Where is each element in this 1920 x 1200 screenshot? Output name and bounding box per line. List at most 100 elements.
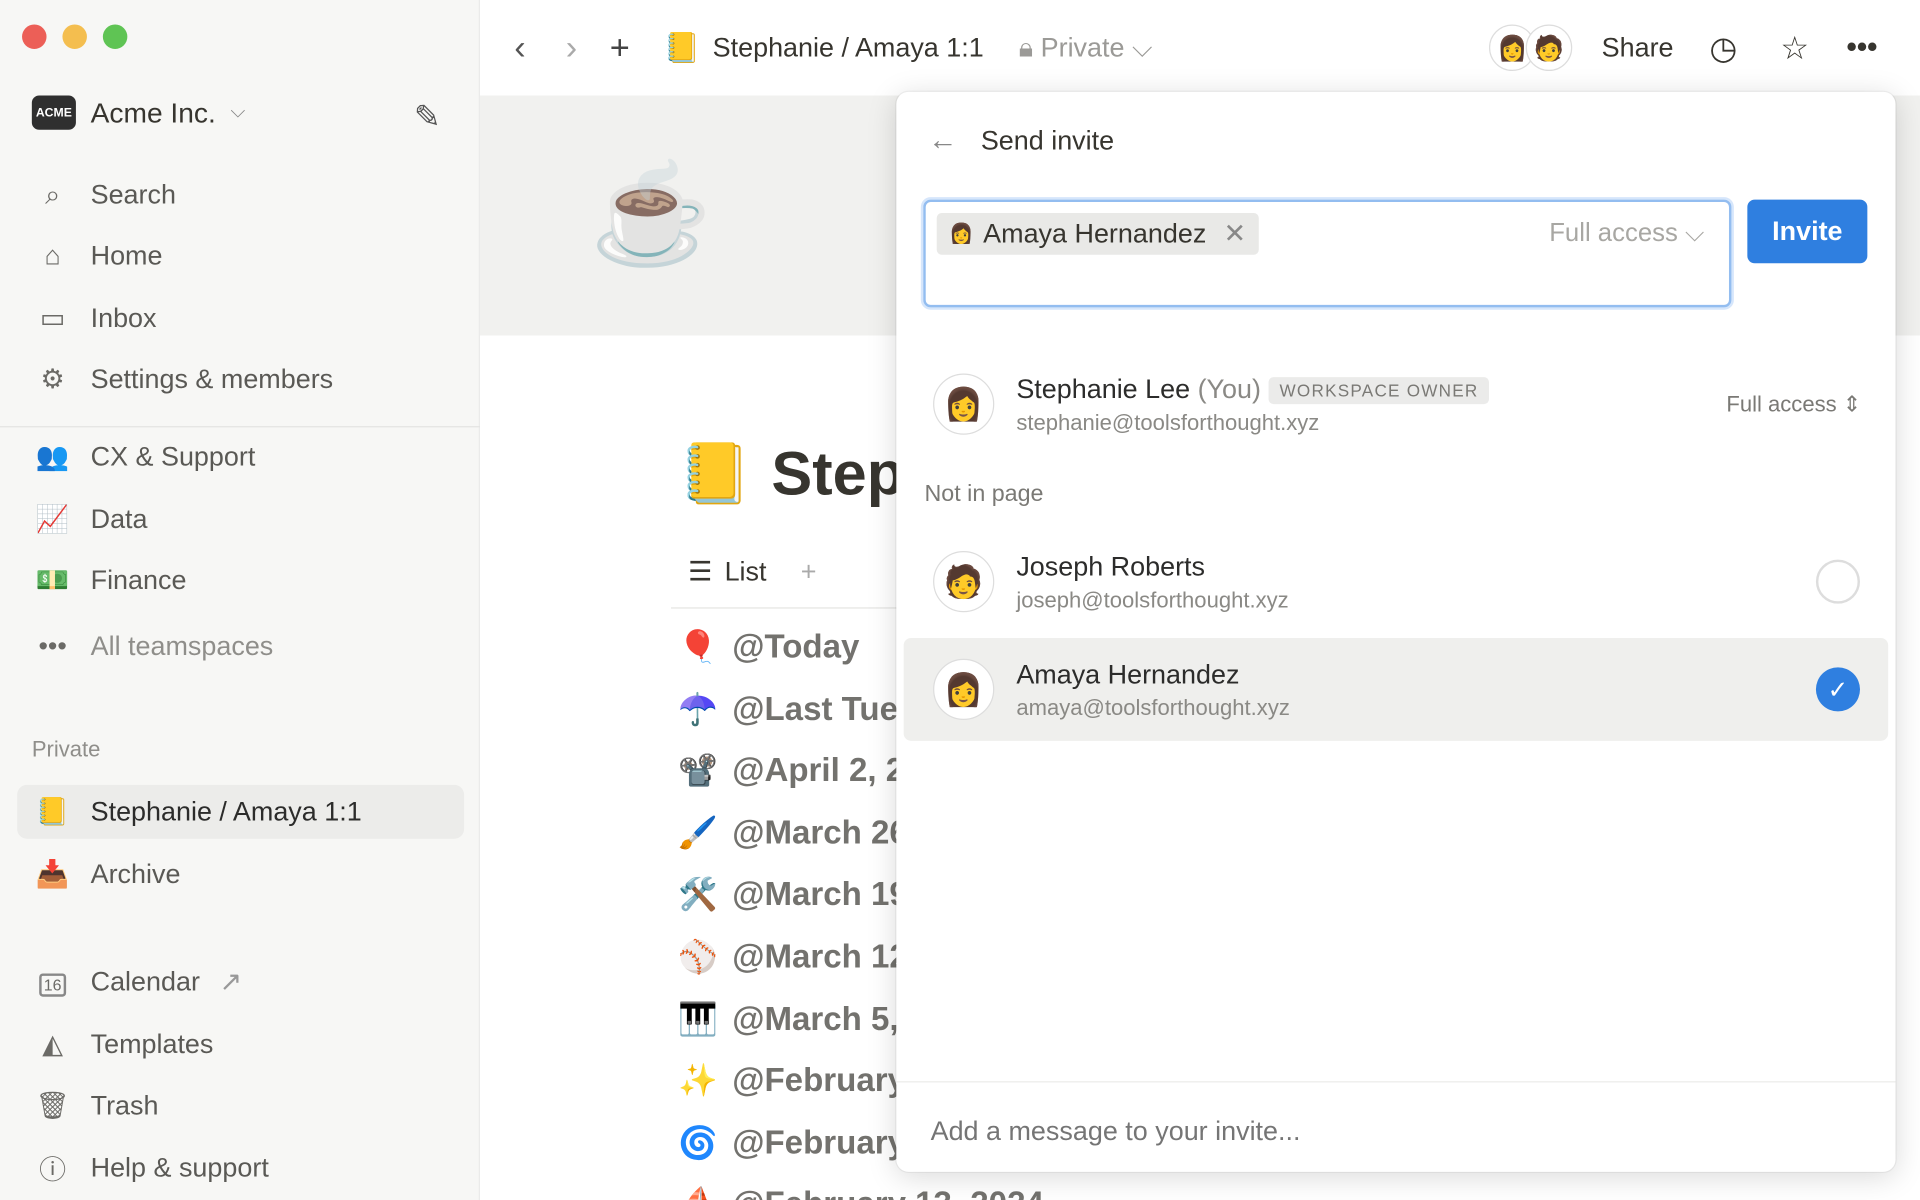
label: Stephanie / Amaya 1:1	[90, 795, 362, 827]
sidebar-item-archive[interactable]: 📥 Archive	[17, 847, 464, 901]
row-emoji-icon: 🖌️	[678, 814, 719, 851]
view-label: List	[724, 555, 767, 587]
star-icon[interactable]: ☆	[1780, 29, 1809, 67]
divider	[896, 1081, 1896, 1083]
page-icon: 📒	[678, 442, 752, 507]
list-row[interactable]: ⛵ @February 13, 2024	[678, 1186, 1043, 1200]
plus-icon[interactable]: +	[610, 28, 630, 67]
topbar: ‹ › + 📒 Stephanie / Amaya 1:1 🔒︎ Private…	[480, 0, 1920, 96]
label: Help & support	[90, 1152, 269, 1183]
owner-row: 👩 Stephanie Lee (You) WORKSPACE OWNER st…	[904, 353, 1888, 456]
trash-icon: 🗑	[35, 1089, 70, 1121]
label: Finance	[90, 564, 187, 596]
label: Settings & members	[90, 363, 334, 395]
row-emoji-icon: ⛵	[678, 1186, 720, 1200]
access-label: Full access	[1549, 219, 1678, 248]
label: Calendar	[90, 966, 200, 997]
sidebar-item-stephanie-amaya[interactable]: 📒 Stephanie / Amaya 1:1	[17, 784, 465, 839]
chip-label: Amaya Hernandez	[983, 217, 1207, 249]
row-title: @Today	[732, 628, 860, 665]
select-checkbox[interactable]	[1815, 559, 1861, 604]
checked-checkbox-icon[interactable]: ✓	[1815, 667, 1861, 712]
label: Home	[90, 240, 163, 271]
access-label: Full access	[1726, 391, 1837, 416]
label: Templates	[90, 1028, 214, 1060]
people-icon: 👥	[35, 440, 70, 472]
avatar: 🧑	[1525, 24, 1573, 72]
invitee-input[interactable]: 👩 Amaya Hernandez ✕ Full access ⌵	[923, 199, 1732, 308]
sidebar: ACME Acme Inc. ⌵ ✎ ⌕ Search ⌂ Home ▭ Inbox …	[0, 0, 481, 1200]
chevron-down-icon: ⌵	[1684, 219, 1705, 248]
label: CX & Support	[90, 440, 256, 472]
invitee-chip: 👩 Amaya Hernandez ✕	[936, 213, 1259, 255]
person-email: joseph@toolsforthought.xyz	[1016, 587, 1289, 612]
sidebar-item-all-teamspaces[interactable]: ••• All teamspaces	[17, 620, 464, 674]
money-icon: 💵	[35, 564, 70, 596]
minimize-window-button[interactable]	[62, 24, 87, 49]
message-input[interactable]	[930, 1115, 1862, 1148]
row-emoji-icon: ✨	[678, 1061, 719, 1099]
sidebar-item-templates[interactable]: ◭ Templates	[17, 1018, 464, 1072]
sidebar-item-search[interactable]: ⌕ Search	[17, 168, 464, 222]
person-name: Amaya Hernandez	[1016, 658, 1240, 689]
breadcrumb-title[interactable]: Stephanie / Amaya 1:1	[713, 32, 984, 64]
person-row[interactable]: 🧑 Joseph Roberts joseph@toolsforthought.x…	[904, 530, 1888, 633]
inbox-icon: ▭	[39, 302, 66, 334]
window-controls	[22, 24, 128, 49]
zoom-window-button[interactable]	[102, 24, 128, 49]
invite-button[interactable]: Invite	[1747, 199, 1868, 264]
remove-chip-icon[interactable]: ✕	[1223, 218, 1246, 250]
workspace-name: Acme Inc.	[90, 96, 216, 128]
avatars[interactable]: 👩 🧑	[1488, 24, 1573, 72]
sidebar-item-home[interactable]: ⌂ Home	[17, 229, 464, 283]
notebook-icon: 📒	[35, 795, 70, 827]
clock-icon[interactable]: ◷	[1709, 29, 1737, 67]
list-icon: ☰	[688, 555, 713, 587]
back-arrow-icon[interactable]: ←	[928, 124, 957, 158]
list-row[interactable]: 🎈 @Today	[678, 628, 859, 666]
access-dropdown[interactable]: Full access ⌵	[1549, 219, 1704, 248]
row-emoji-icon: 🎹	[678, 999, 719, 1037]
search-icon: ⌕	[45, 178, 61, 210]
help-icon: ⓘ	[39, 1154, 67, 1186]
sidebar-item-calendar[interactable]: 16 Calendar ↗	[17, 955, 464, 1009]
avatar: 👩	[933, 658, 995, 721]
section-private: Private	[31, 737, 101, 762]
new-page-icon[interactable]: ✎	[414, 98, 441, 136]
privacy-label: Private	[1040, 31, 1125, 63]
sidebar-item-finance[interactable]: 💵 Finance	[17, 553, 464, 607]
add-view-icon[interactable]: +	[801, 556, 817, 588]
sidebar-item-inbox[interactable]: ▭ Inbox	[17, 291, 464, 345]
send-invite-dialog: ← Send invite 👩 Amaya Hernandez ✕ Full acc…	[896, 91, 1896, 1172]
you-label: (You)	[1197, 372, 1261, 404]
more-icon: •••	[38, 630, 67, 662]
sidebar-item-help[interactable]: ⓘ Help & support	[17, 1141, 464, 1195]
workspace-switcher[interactable]: ACME Acme Inc. ⌵	[31, 95, 245, 130]
more-icon[interactable]: •••	[1847, 31, 1878, 65]
row-emoji-icon: 📽️	[678, 752, 719, 789]
sidebar-item-data[interactable]: 📈 Data	[17, 492, 464, 546]
chart-icon: 📈	[35, 503, 70, 534]
calendar-icon: 16	[34, 966, 71, 998]
avatar: 🧑	[933, 551, 995, 613]
label: Data	[90, 503, 148, 534]
view-tab-list[interactable]: ☰ List +	[688, 556, 816, 588]
person-row-selected[interactable]: 👩 Amaya Hernandez amaya@toolsforthought.x…	[903, 637, 1889, 741]
back-icon[interactable]: ‹	[514, 28, 525, 67]
gear-icon: ⚙	[40, 363, 65, 395]
share-button[interactable]: Share	[1602, 32, 1674, 64]
close-window-button[interactable]	[22, 24, 47, 49]
owner-email: stephanie@toolsforthought.xyz	[1016, 409, 1320, 435]
sidebar-item-trash[interactable]: 🗑 Trash	[17, 1079, 464, 1133]
forward-icon[interactable]: ›	[566, 28, 577, 67]
avatar: 👩	[948, 224, 974, 245]
owner-access-dropdown[interactable]: Full access ⇕	[1726, 391, 1861, 417]
sidebar-item-cx-support[interactable]: 👥 CX & Support	[17, 430, 464, 484]
home-icon: ⌂	[44, 240, 61, 271]
row-emoji-icon: 🌀	[678, 1123, 719, 1161]
workspace-owner-badge: WORKSPACE OWNER	[1268, 376, 1490, 404]
privacy-menu[interactable]: 🔒︎ Private ⌵	[1019, 32, 1153, 64]
coffee-cups-illustration: ☕	[590, 159, 713, 269]
sidebar-item-settings[interactable]: ⚙ Settings & members	[17, 353, 464, 407]
person-email: amaya@toolsforthought.xyz	[1016, 694, 1290, 720]
